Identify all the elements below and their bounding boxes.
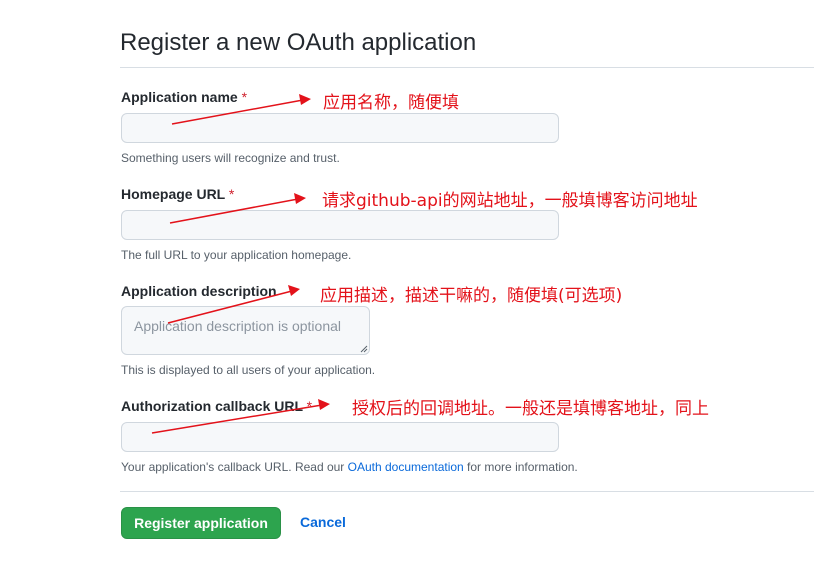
callback-url-hint-before: Your application's callback URL. Read ou… — [121, 460, 348, 474]
callback-url-input[interactable] — [121, 422, 559, 452]
cancel-link[interactable]: Cancel — [300, 514, 346, 530]
homepage-url-hint: The full URL to your application homepag… — [121, 248, 352, 262]
annotation-note-description: 应用描述，描述干嘛的，随便填(可选项) — [320, 286, 623, 306]
callback-url-hint-after: for more information. — [463, 460, 578, 474]
actions-divider — [120, 491, 814, 492]
required-mark: * — [228, 186, 235, 202]
description-label: Application description — [121, 283, 277, 299]
callback-url-label: Authorization callback URL * — [121, 398, 312, 414]
page-title: Register a new OAuth application — [120, 29, 477, 56]
callback-url-hint: Your application's callback URL. Read ou… — [121, 460, 578, 474]
app-name-input[interactable] — [121, 113, 559, 143]
resize-grip-icon[interactable] — [360, 345, 368, 353]
required-mark: * — [306, 398, 313, 414]
description-hint: This is displayed to all users of your a… — [121, 363, 376, 377]
homepage-url-input[interactable] — [121, 210, 559, 240]
annotation-note-callback: 授权后的回调地址。一般还是填博客地址，同上 — [352, 399, 709, 419]
description-textarea[interactable] — [121, 306, 370, 355]
register-application-button[interactable]: Register application — [121, 507, 281, 539]
homepage-url-label-text: Homepage URL — [121, 186, 225, 202]
app-name-hint: Something users will recognize and trust… — [121, 151, 340, 165]
oauth-documentation-link[interactable]: OAuth documentation — [348, 460, 464, 474]
description-label-text: Application description — [121, 283, 277, 299]
homepage-url-label: Homepage URL * — [121, 186, 234, 202]
app-name-label-text: Application name — [121, 89, 238, 105]
app-name-label: Application name * — [121, 89, 247, 105]
annotation-note-app-name: 应用名称，随便填 — [323, 93, 459, 113]
annotation-note-homepage: 请求github-api的网站地址，一般填博客访问地址 — [322, 191, 698, 211]
required-mark: * — [241, 89, 248, 105]
callback-url-label-text: Authorization callback URL — [121, 398, 303, 414]
title-divider — [120, 67, 814, 68]
